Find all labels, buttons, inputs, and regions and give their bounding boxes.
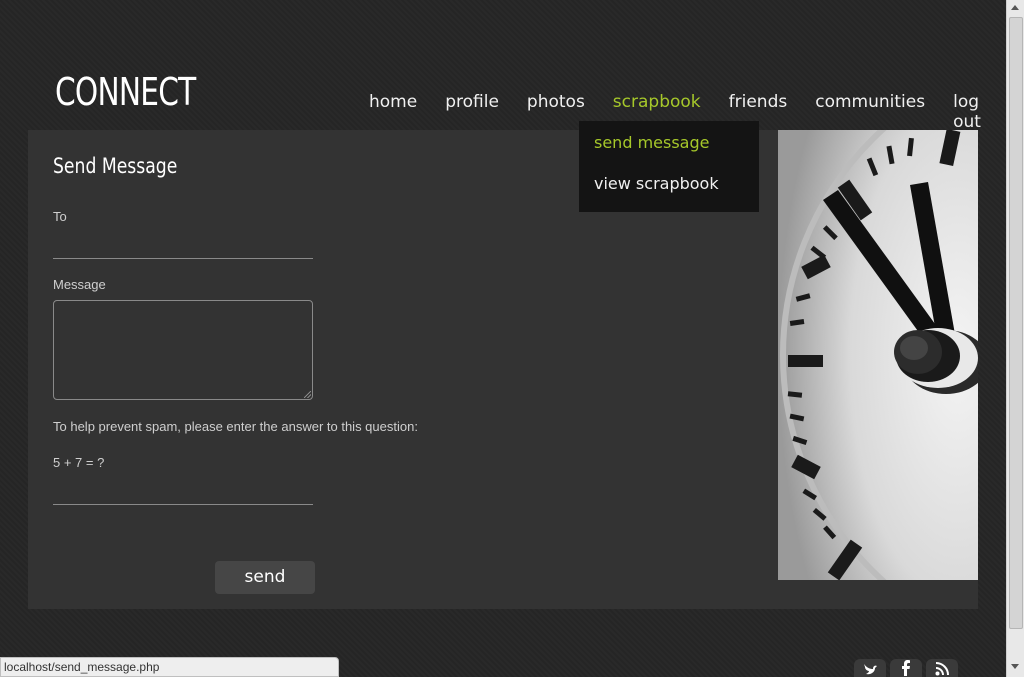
dropdown-send-message[interactable]: send message [594, 133, 709, 152]
facebook-icon[interactable] [890, 659, 922, 677]
rss-icon[interactable] [926, 659, 958, 677]
clock-image [778, 130, 978, 580]
vertical-scrollbar[interactable] [1006, 0, 1024, 677]
site-logo[interactable]: CONNECT [55, 70, 196, 114]
spam-question: 5 + 7 = ? [53, 455, 105, 470]
twitter-icon[interactable] [854, 659, 886, 677]
nav-home[interactable]: home [355, 92, 431, 132]
nav-profile[interactable]: profile [431, 92, 513, 132]
page-title: Send Message [53, 154, 178, 178]
scroll-thumb[interactable] [1009, 17, 1023, 629]
message-field[interactable] [53, 300, 313, 400]
spam-prompt: To help prevent spam, please enter the a… [53, 419, 418, 434]
nav-communities[interactable]: communities [801, 92, 939, 132]
scroll-down-icon[interactable] [1011, 664, 1019, 669]
send-button[interactable]: send [215, 561, 315, 594]
scrapbook-dropdown: send message view scrapbook [579, 121, 759, 212]
page: CONNECT home profile photos scrapbook fr… [0, 0, 1024, 677]
content-panel: Send Message To Message To help prevent … [28, 130, 978, 609]
dropdown-view-scrapbook[interactable]: view scrapbook [594, 174, 719, 193]
message-label: Message [53, 277, 106, 292]
spam-answer-field[interactable] [53, 480, 313, 505]
to-label: To [53, 209, 67, 224]
resize-grip-icon[interactable] [304, 391, 311, 398]
to-field[interactable] [53, 234, 313, 259]
scroll-up-icon[interactable] [1011, 5, 1019, 10]
clock-photo-icon [778, 130, 978, 580]
status-bar-url: localhost/send_message.php [0, 657, 339, 677]
